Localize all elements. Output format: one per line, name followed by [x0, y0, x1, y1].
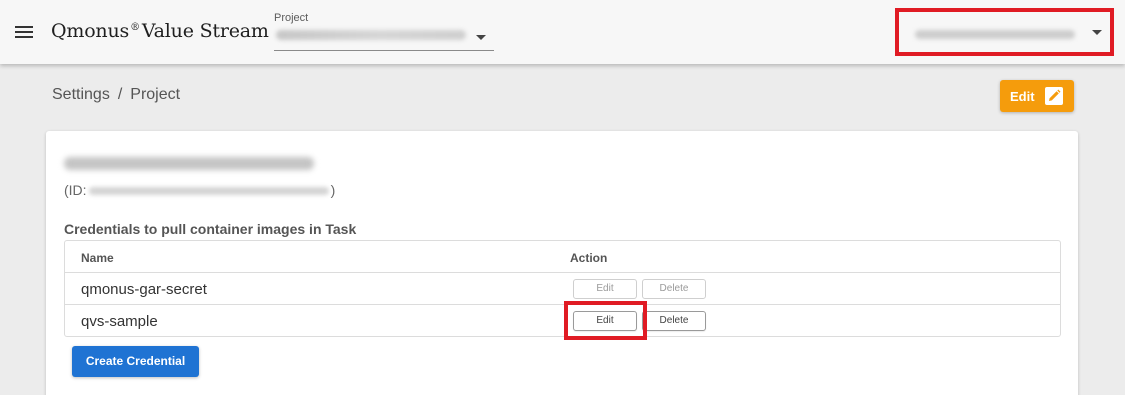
table-header: Name Action [65, 241, 1060, 273]
app-title: Qmonus® Value Stream [51, 20, 269, 42]
caret-down-icon [1092, 30, 1102, 35]
pencil-icon [1045, 87, 1063, 105]
breadcrumb-separator: / [117, 86, 123, 103]
project-select[interactable]: Project [274, 8, 494, 51]
breadcrumb: Settings / Project [52, 86, 180, 104]
delete-credential-button[interactable]: Delete [642, 279, 706, 299]
edit-project-label: Edit [1010, 89, 1035, 104]
table-row: qvs-sample Edit Delete [65, 305, 1060, 337]
registered-mark: ® [130, 22, 140, 33]
brand-name: Qmonus [51, 20, 130, 42]
column-header-action: Action [570, 251, 608, 265]
app-bar: Qmonus® Value Stream Project [0, 0, 1125, 64]
edit-project-button[interactable]: Edit [1000, 80, 1074, 112]
edit-credential-button[interactable]: Edit [573, 311, 637, 331]
breadcrumb-item-project: Project [130, 86, 181, 103]
project-card: (ID:) Credentials to pull container imag… [46, 131, 1078, 395]
hamburger-menu-icon[interactable] [12, 20, 36, 44]
project-select-value-redacted [276, 30, 466, 40]
credentials-table: Name Action qmonus-gar-secret Edit Delet… [64, 240, 1061, 337]
caret-down-icon [476, 35, 486, 40]
create-credential-button[interactable]: Create Credential [72, 346, 199, 377]
project-id-redacted [88, 187, 329, 196]
table-row: qmonus-gar-secret Edit Delete [65, 273, 1060, 305]
project-id: (ID:) [64, 182, 335, 198]
project-id-suffix: ) [330, 182, 336, 198]
breadcrumb-item-settings[interactable]: Settings [52, 86, 110, 103]
project-name-redacted [64, 157, 314, 170]
credential-name: qvs-sample [81, 313, 158, 330]
edit-credential-button[interactable]: Edit [573, 279, 637, 299]
project-id-prefix: (ID: [64, 182, 87, 198]
user-email-redacted [915, 30, 1075, 39]
credentials-section-title: Credentials to pull container images in … [64, 221, 357, 237]
delete-credential-button[interactable]: Delete [642, 311, 706, 331]
column-header-name: Name [81, 251, 114, 265]
user-account-menu[interactable] [895, 8, 1114, 56]
credential-name: qmonus-gar-secret [81, 281, 207, 298]
project-select-label: Project [274, 12, 309, 24]
brand-product: Value Stream [141, 20, 269, 42]
